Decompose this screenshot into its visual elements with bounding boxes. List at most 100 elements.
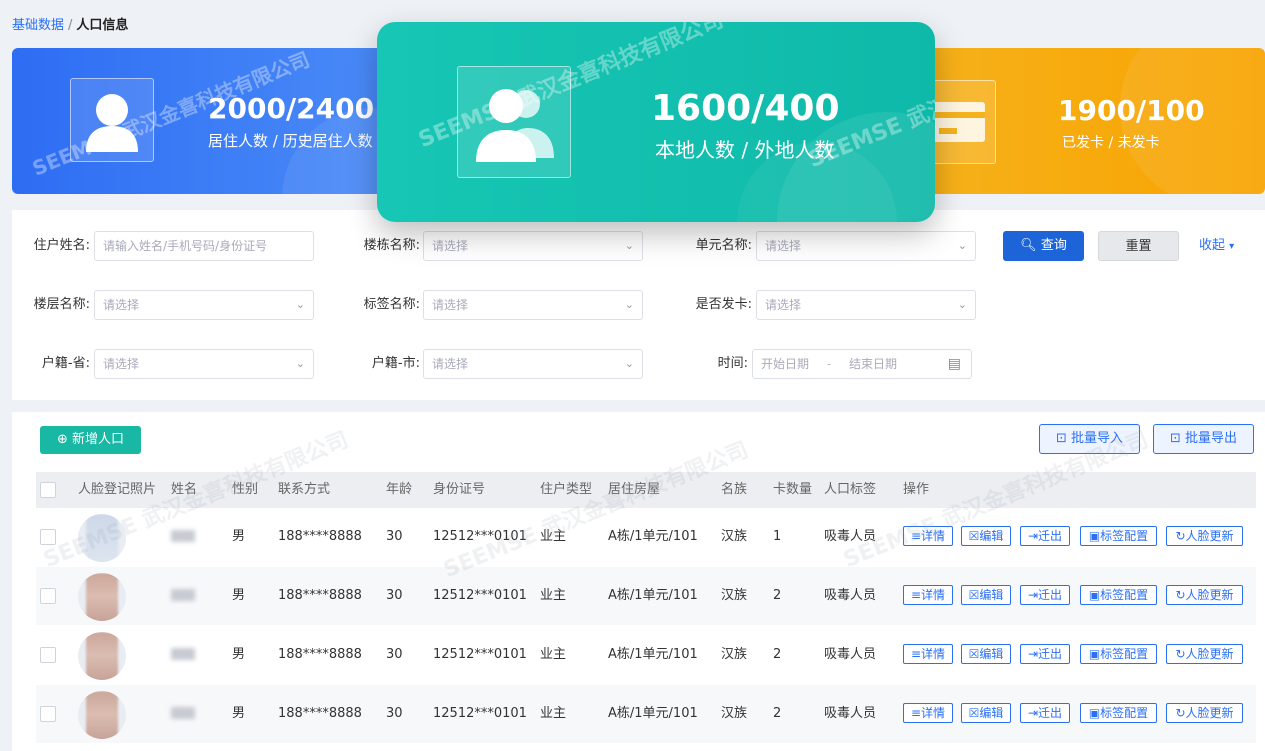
name-blurred bbox=[171, 707, 195, 719]
detail-button[interactable]: ≡详情 bbox=[903, 585, 953, 605]
chevron-down-icon: ⌄ bbox=[295, 357, 305, 370]
resident-count: 2000/2400 bbox=[208, 92, 375, 125]
edit-button[interactable]: ☒编辑 bbox=[961, 585, 1011, 605]
local-count: 1600/400 bbox=[651, 88, 840, 129]
date-range-picker[interactable]: 开始日期 - 结束日期 ▤ bbox=[752, 349, 972, 379]
resident-name-input[interactable]: 请输入姓名/手机号码/身份证号 bbox=[94, 231, 314, 261]
group-icon bbox=[457, 66, 571, 178]
exit-icon: ⇥ bbox=[1027, 529, 1039, 543]
ethnic: 汉族 bbox=[721, 588, 748, 603]
age: 30 bbox=[386, 529, 403, 544]
edit-icon: ☒ bbox=[968, 529, 980, 543]
move-out-button[interactable]: ⇥迁出 bbox=[1020, 526, 1070, 546]
table-row: 男 188****8888 30 12512***0101 业主 A栋/1单元/… bbox=[36, 685, 1256, 743]
list-icon: ≡ bbox=[910, 588, 922, 602]
end-date-input[interactable]: 结束日期 bbox=[849, 357, 897, 371]
floor-select[interactable]: 请选择 ⌄ bbox=[94, 290, 314, 320]
header-id: 身份证号 bbox=[433, 482, 486, 497]
header-name: 姓名 bbox=[171, 482, 198, 497]
exit-icon: ⇥ bbox=[1027, 706, 1039, 720]
chevron-down-icon: ⌄ bbox=[957, 239, 967, 252]
person-icon bbox=[70, 78, 154, 162]
age: 30 bbox=[386, 588, 403, 603]
search-icon: 🔍︎ bbox=[1020, 238, 1037, 253]
detail-button[interactable]: ≡详情 bbox=[903, 644, 953, 664]
card-issued-select[interactable]: 请选择 ⌄ bbox=[756, 290, 976, 320]
tag-label: 标签名称: bbox=[363, 297, 420, 312]
refresh-icon: ↻ bbox=[1175, 647, 1186, 661]
add-population-button[interactable]: ⊕ 新增人口 bbox=[40, 426, 141, 454]
gender: 男 bbox=[232, 706, 246, 721]
id-number: 12512***0101 bbox=[433, 588, 527, 603]
tag: 吸毒人员 bbox=[824, 529, 877, 544]
select-all-checkbox[interactable] bbox=[40, 482, 56, 498]
table-row: 男 188****8888 30 12512***0101 业主 A栋/1单元/… bbox=[36, 626, 1256, 684]
id-number: 12512***0101 bbox=[433, 706, 527, 721]
edit-button[interactable]: ☒编辑 bbox=[961, 644, 1011, 664]
floor-label: 楼层名称: bbox=[33, 297, 90, 312]
batch-import-button[interactable]: ⊡ 批量导入 bbox=[1039, 424, 1140, 454]
time-label: 时间: bbox=[717, 356, 748, 371]
breadcrumb-parent[interactable]: 基础数据 bbox=[12, 18, 64, 33]
tag-icon: ▣ bbox=[1088, 647, 1101, 661]
face-update-button[interactable]: ↻人脸更新 bbox=[1166, 644, 1243, 664]
card-count: 1900/100 bbox=[1058, 94, 1205, 127]
face-photo bbox=[78, 691, 126, 739]
header-ethnic: 名族 bbox=[721, 482, 748, 497]
id-number: 12512***0101 bbox=[433, 647, 527, 662]
id-number: 12512***0101 bbox=[433, 529, 527, 544]
tag-select[interactable]: 请选择 ⌄ bbox=[423, 290, 643, 320]
header-phone: 联系方式 bbox=[278, 482, 331, 497]
row-checkbox[interactable] bbox=[40, 588, 56, 604]
table-row: 男 188****8888 30 12512***0101 业主 A栋/1单元/… bbox=[36, 508, 1256, 566]
collapse-link[interactable]: 收起 ▾ bbox=[1199, 231, 1234, 261]
row-checkbox[interactable] bbox=[40, 529, 56, 545]
reset-button[interactable]: 重置 bbox=[1098, 231, 1179, 261]
province-select[interactable]: 请选择 ⌄ bbox=[94, 349, 314, 379]
header-tag: 人口标签 bbox=[824, 482, 877, 497]
face-update-button[interactable]: ↻人脸更新 bbox=[1166, 703, 1243, 723]
detail-button[interactable]: ≡详情 bbox=[903, 703, 953, 723]
face-update-button[interactable]: ↻人脸更新 bbox=[1166, 585, 1243, 605]
start-date-input[interactable]: 开始日期 bbox=[761, 357, 809, 371]
building-select[interactable]: 请选择 ⌄ bbox=[423, 231, 643, 261]
card-count: 2 bbox=[773, 647, 782, 662]
filter-panel: 住户姓名: 请输入姓名/手机号码/身份证号 楼栋名称: 请选择 ⌄ 单元名称: 请… bbox=[12, 210, 1265, 400]
building-label: 楼栋名称: bbox=[363, 238, 420, 253]
tag-config-button[interactable]: ▣标签配置 bbox=[1080, 585, 1157, 605]
batch-export-button[interactable]: ⊡ 批量导出 bbox=[1153, 424, 1254, 454]
unit-label: 单元名称: bbox=[695, 238, 752, 253]
face-update-button[interactable]: ↻人脸更新 bbox=[1166, 526, 1243, 546]
unit-select[interactable]: 请选择 ⌄ bbox=[756, 231, 976, 261]
stat-card-local: 1600/400 本地人数 / 外地人数 SEEMSE 武汉金喜科技有限公司 S… bbox=[377, 22, 935, 222]
edit-button[interactable]: ☒编辑 bbox=[961, 703, 1011, 723]
card-label: 已发卡 / 未发卡 bbox=[1062, 135, 1160, 151]
resident-type: 业主 bbox=[540, 529, 567, 544]
move-out-button[interactable]: ⇥迁出 bbox=[1020, 585, 1070, 605]
header-house: 居住房屋 bbox=[608, 482, 661, 497]
house: A栋/1单元/101 bbox=[608, 588, 698, 603]
query-button[interactable]: 🔍︎ 查询 bbox=[1003, 231, 1084, 261]
tag-config-button[interactable]: ▣标签配置 bbox=[1080, 703, 1157, 723]
phone: 188****8888 bbox=[278, 529, 362, 544]
list-icon: ≡ bbox=[910, 529, 922, 543]
move-out-button[interactable]: ⇥迁出 bbox=[1020, 703, 1070, 723]
house: A栋/1单元/101 bbox=[608, 706, 698, 721]
row-checkbox[interactable] bbox=[40, 706, 56, 722]
tag-config-button[interactable]: ▣标签配置 bbox=[1080, 644, 1157, 664]
edit-icon: ☒ bbox=[968, 706, 980, 720]
export-icon: ⊡ bbox=[1169, 431, 1181, 446]
resident-label: 居住人数 / 历史居住人数 bbox=[208, 132, 373, 150]
edit-button[interactable]: ☒编辑 bbox=[961, 526, 1011, 546]
move-out-button[interactable]: ⇥迁出 bbox=[1020, 644, 1070, 664]
detail-button[interactable]: ≡详情 bbox=[903, 526, 953, 546]
refresh-icon: ↻ bbox=[1175, 529, 1186, 543]
city-select[interactable]: 请选择 ⌄ bbox=[423, 349, 643, 379]
name-blurred bbox=[171, 530, 195, 542]
tag-icon: ▣ bbox=[1088, 529, 1101, 543]
row-checkbox[interactable] bbox=[40, 647, 56, 663]
edit-icon: ☒ bbox=[968, 647, 980, 661]
card-count: 2 bbox=[773, 706, 782, 721]
tag-config-button[interactable]: ▣标签配置 bbox=[1080, 526, 1157, 546]
ethnic: 汉族 bbox=[721, 706, 748, 721]
